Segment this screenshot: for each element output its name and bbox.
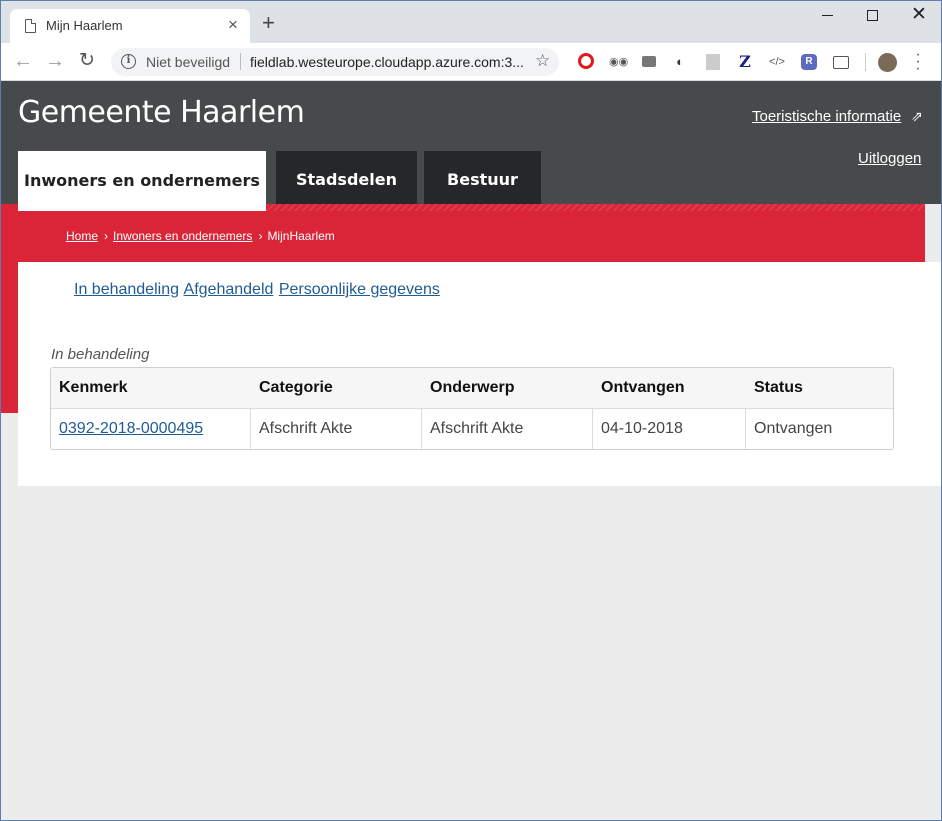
table-header-row: Kenmerk Categorie Onderwerp Ontvangen St… — [51, 368, 893, 409]
tab-title: Mijn Haarlem — [46, 18, 123, 33]
chevron-right-icon: › — [258, 229, 263, 243]
pdf-extension-icon[interactable] — [706, 54, 720, 70]
r-extension-icon[interactable]: R — [801, 54, 817, 70]
breadcrumb-inwoners-link[interactable]: Inwoners en ondernemers — [113, 229, 252, 243]
forward-arrow-icon[interactable]: → — [45, 51, 65, 71]
cell-ontvangen: 04-10-2018 — [593, 409, 746, 449]
subnav-persoonlijke-gegevens-link[interactable]: Persoonlijke gegevens — [279, 281, 440, 298]
page: Gemeente Haarlem Toeristische informatie… — [1, 81, 941, 820]
cases-table: Kenmerk Categorie Onderwerp Ontvangen St… — [50, 367, 894, 450]
tab-close-icon[interactable]: × — [228, 15, 238, 35]
security-label[interactable]: Niet beveiligd — [146, 54, 230, 70]
browser-toolbar: ← → ↻ i Niet beveiligd fieldlab.westeuro… — [1, 43, 941, 81]
column-header-kenmerk: Kenmerk — [51, 368, 251, 409]
close-window-icon[interactable]: ✕ — [911, 5, 927, 25]
bookmark-star-icon[interactable]: ☆ — [535, 51, 550, 71]
browser-menu-icon[interactable]: · · · — [915, 47, 921, 77]
subnav-afgehandeld-link[interactable]: Afgehandeld — [184, 281, 274, 298]
browser-tab[interactable]: Mijn Haarlem × — [10, 9, 250, 43]
profile-avatar[interactable] — [878, 53, 897, 72]
site-title[interactable]: Gemeente Haarlem — [18, 95, 305, 130]
case-number-link[interactable]: 0392-2018-0000495 — [59, 420, 203, 437]
breadcrumb-current: MijnHaarlem — [267, 229, 335, 243]
cell-status: Ontvangen — [754, 420, 833, 437]
z-extension-icon[interactable]: Z — [738, 53, 752, 71]
maximize-window-icon[interactable] — [867, 10, 878, 21]
cell-onderwerp: Afschrift Akte — [422, 409, 593, 449]
glasses-extension-icon[interactable]: ◉◉ — [609, 53, 628, 71]
chevron-right-icon: › — [104, 229, 109, 243]
minimize-window-icon[interactable] — [822, 15, 833, 16]
main-content: In behandeling Afgehandeld Persoonlijke … — [18, 262, 941, 486]
tab-inwoners-en-ondernemers[interactable]: Inwoners en ondernemers — [18, 151, 266, 211]
browser-titlebar: Mijn Haarlem × + ✕ — [1, 1, 941, 43]
reload-icon[interactable]: ↻ — [79, 51, 95, 71]
tourist-info-link[interactable]: Toeristische informatie — [752, 108, 901, 125]
table-caption: In behandeling — [51, 346, 150, 363]
subnav-in-behandeling-link[interactable]: In behandeling — [74, 281, 179, 298]
external-link-icon[interactable]: ⇗ — [911, 108, 923, 125]
document-icon — [25, 19, 36, 33]
site-header: Gemeente Haarlem Toeristische informatie… — [1, 81, 941, 211]
logout-link[interactable]: Uitloggen — [858, 150, 921, 167]
table-row: 0392-2018-0000495 Afschrift Akte Afschri… — [51, 409, 893, 449]
camera-extension-icon[interactable] — [642, 56, 656, 67]
column-header-status: Status — [746, 368, 893, 409]
cell-kenmerk: 0392-2018-0000495 — [51, 409, 251, 449]
column-header-onderwerp: Onderwerp — [422, 368, 593, 409]
red-side-accent — [1, 262, 18, 413]
new-tab-icon[interactable]: + — [262, 12, 275, 34]
url-text[interactable]: fieldlab.westeurope.cloudapp.azure.com:3… — [250, 54, 524, 70]
browser-window: Mijn Haarlem × + ✕ ← → ↻ i Niet beveilig… — [0, 0, 942, 821]
section-subnav: In behandeling Afgehandeld Persoonlijke … — [74, 281, 441, 299]
cell-categorie: Afschrift Akte — [251, 409, 422, 449]
column-header-ontvangen: Ontvangen — [593, 368, 746, 409]
breadcrumb-home-link[interactable]: Home — [66, 229, 98, 243]
tab-stadsdelen[interactable]: Stadsdelen — [276, 151, 417, 204]
opera-extension-icon[interactable] — [578, 53, 594, 69]
address-bar[interactable]: i Niet beveiligd fieldlab.westeurope.clo… — [111, 48, 559, 76]
column-header-categorie: Categorie — [251, 368, 422, 409]
code-extension-icon[interactable]: </> — [768, 53, 786, 71]
back-arrow-icon[interactable]: ← — [13, 51, 33, 71]
breadcrumb: Home › Inwoners en ondernemers › MijnHaarlem — [66, 229, 335, 243]
toolbar-divider — [865, 53, 866, 71]
incognito-extension-icon[interactable]: ◐ — [672, 53, 688, 71]
info-icon[interactable]: i — [121, 54, 136, 69]
cast-icon[interactable] — [833, 56, 849, 69]
tab-bestuur[interactable]: Bestuur — [424, 151, 541, 204]
address-divider — [240, 53, 241, 70]
